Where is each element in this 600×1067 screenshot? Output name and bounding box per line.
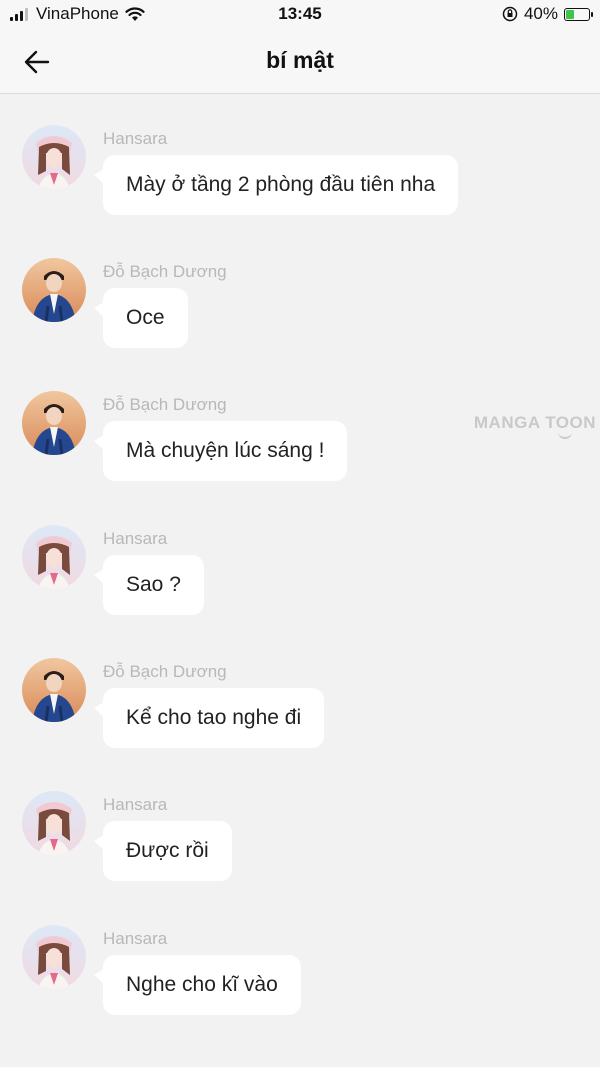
sender-name: Hansara (103, 529, 168, 548)
battery-level (566, 9, 574, 19)
boy-avatar[interactable] (22, 258, 86, 322)
girl-avatar[interactable] (22, 925, 86, 989)
nav-bar: bí mật (0, 30, 600, 94)
orientation-lock-icon (502, 6, 518, 22)
message-bubble[interactable]: Sao ? (94, 555, 204, 615)
sender-name: Đỗ Bạch Dương (103, 395, 227, 414)
message-bubble[interactable]: Oce (94, 288, 188, 348)
sender-name: Đỗ Bạch Dương (103, 662, 227, 681)
status-right: 40% (502, 4, 593, 24)
sender-name: Hansara (103, 129, 168, 148)
sender-name: Đỗ Bạch Dương (103, 262, 227, 281)
sender-name: Hansara (103, 929, 168, 948)
smile-mark (557, 431, 572, 439)
message-bubble[interactable]: Mày ở tầng 2 phòng đầu tiên nha (93, 155, 459, 215)
page-title: bí mật (266, 47, 334, 73)
message-bubble[interactable]: Kể cho tao nghe đi (93, 688, 325, 748)
message-bubble[interactable]: Mà chuyện lúc sáng ! (93, 421, 348, 481)
girl-avatar[interactable] (22, 791, 86, 855)
status-bar: VinaPhone 13:45 40% (0, 0, 600, 30)
message-bubble[interactable]: Được rồi (94, 821, 232, 881)
battery-percent: 40% (523, 4, 558, 23)
message-bubble[interactable]: Nghe cho kĩ vào (94, 955, 301, 1015)
sender-name: Hansara (103, 795, 168, 814)
watermark-logo: MANGA TOON (474, 413, 596, 439)
battery-icon (564, 7, 593, 21)
girl-avatar[interactable] (22, 125, 86, 189)
girl-avatar[interactable] (22, 525, 86, 589)
boy-avatar[interactable] (22, 658, 86, 722)
boy-avatar[interactable] (22, 391, 86, 455)
